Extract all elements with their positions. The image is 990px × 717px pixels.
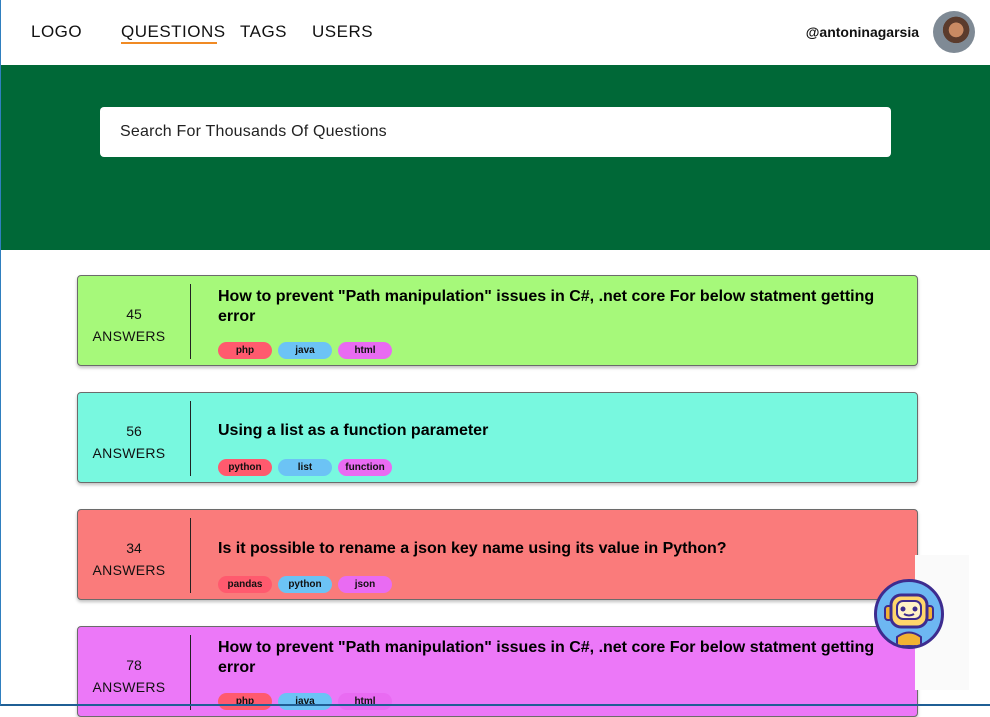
tag-pandas[interactable]: pandas — [218, 576, 272, 593]
tag-list: php java html — [218, 693, 392, 710]
hero-banner — [0, 65, 990, 250]
nav-link-questions[interactable]: QUESTIONS — [121, 22, 226, 42]
answer-count: 45 — [126, 306, 142, 322]
question-title[interactable]: How to prevent "Path manipulation" issue… — [218, 638, 878, 678]
tag-list: pandas python json — [218, 576, 392, 593]
card-divider — [190, 518, 191, 593]
answer-count-label: ANSWERS — [92, 679, 166, 695]
tag-java[interactable]: java — [278, 342, 332, 359]
card-divider — [190, 401, 191, 476]
answer-count: 78 — [126, 657, 142, 673]
avatar[interactable] — [933, 11, 975, 53]
tag-list[interactable]: list — [278, 459, 332, 476]
username[interactable]: @antoninagarsia — [806, 24, 919, 40]
card-divider — [190, 284, 191, 359]
tag-function[interactable]: function — [338, 459, 392, 476]
question-title[interactable]: Is it possible to rename a json key name… — [218, 539, 878, 559]
active-nav-underline — [121, 42, 217, 44]
question-card[interactable]: 34 ANSWERS Is it possible to rename a js… — [77, 509, 918, 600]
question-title[interactable]: How to prevent "Path manipulation" issue… — [218, 287, 878, 327]
tag-list: php java html — [218, 342, 392, 359]
tag-java[interactable]: java — [278, 693, 332, 710]
tag-python[interactable]: python — [218, 459, 272, 476]
nav-link-users[interactable]: USERS — [312, 22, 373, 42]
answer-count: 56 — [126, 423, 142, 439]
question-card[interactable]: 45 ANSWERS How to prevent "Path manipula… — [77, 275, 918, 366]
nav-link-tags[interactable]: TAGS — [240, 22, 287, 42]
chatbot-button[interactable] — [874, 579, 944, 649]
tag-php[interactable]: php — [218, 342, 272, 359]
tag-list: python list function — [218, 459, 392, 476]
top-navbar: LOGO QUESTIONS TAGS USERS @antoninagarsi… — [0, 0, 990, 65]
tag-python[interactable]: python — [278, 576, 332, 593]
search-input[interactable] — [100, 107, 891, 157]
answer-count-label: ANSWERS — [92, 328, 166, 344]
question-title[interactable]: Using a list as a function parameter — [218, 421, 878, 441]
tag-json[interactable]: json — [338, 576, 392, 593]
answer-count: 34 — [126, 540, 142, 556]
answer-count-label: ANSWERS — [92, 562, 166, 578]
question-card[interactable]: 56 ANSWERS Using a list as a function pa… — [77, 392, 918, 483]
question-card[interactable]: 78 ANSWERS How to prevent "Path manipula… — [77, 626, 918, 717]
tag-php[interactable]: php — [218, 693, 272, 710]
card-divider — [190, 635, 191, 710]
logo[interactable]: LOGO — [31, 22, 82, 42]
tag-html[interactable]: html — [338, 342, 392, 359]
answer-count-label: ANSWERS — [92, 445, 166, 461]
tag-html[interactable]: html — [338, 693, 392, 710]
robot-icon — [884, 593, 934, 646]
